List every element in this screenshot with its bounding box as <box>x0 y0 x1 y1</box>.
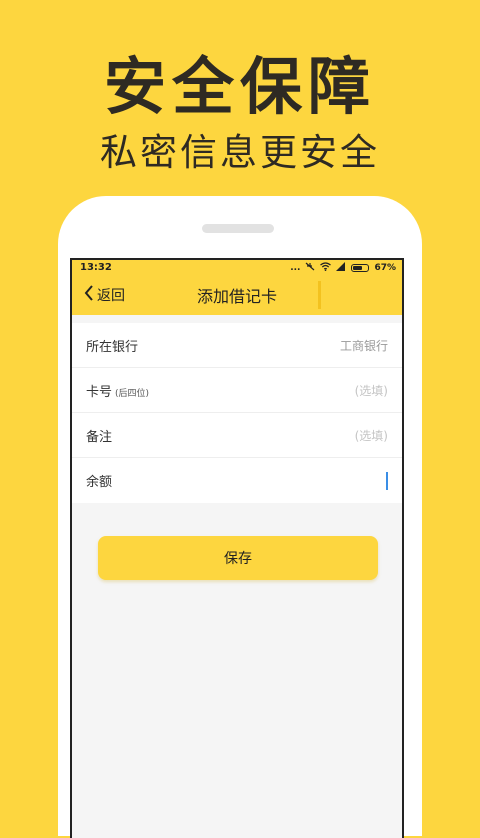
battery-percent: 67% <box>374 262 396 273</box>
status-icons: ... 67% <box>290 261 396 274</box>
save-button[interactable]: 保存 <box>98 536 378 580</box>
note-input[interactable]: (选填) <box>355 427 388 444</box>
nav-bar: 返回 添加借记卡 <box>72 275 402 315</box>
phone-screen: 13:32 ... 67% 返回 添加借记卡 所在银行 工商银行 卡号 (后四位… <box>70 258 404 838</box>
wifi-icon <box>320 261 332 274</box>
nav-divider <box>318 281 321 309</box>
mute-icon <box>305 262 315 274</box>
card-number-hint: (后四位) <box>115 388 150 399</box>
status-time: 13:32 <box>80 262 112 273</box>
bank-value: 工商银行 <box>339 338 388 353</box>
battery-icon <box>351 263 370 272</box>
card-number-row[interactable]: 卡号 (后四位) (选填) <box>72 368 402 413</box>
promo-title: 安全保障 <box>103 50 376 123</box>
balance-row[interactable]: 余额 <box>72 458 402 503</box>
promo-subtitle: 私密信息更安全 <box>100 131 380 174</box>
card-number-input[interactable]: (选填) <box>355 382 388 399</box>
bank-row[interactable]: 所在银行 工商银行 <box>72 323 402 368</box>
back-button[interactable]: 返回 <box>84 275 125 315</box>
status-bar: 13:32 ... 67% <box>72 260 402 275</box>
chevron-left-icon <box>84 285 94 305</box>
signal-icon <box>336 261 346 274</box>
balance-label: 余额 <box>86 475 113 490</box>
balance-input-cursor[interactable] <box>386 471 388 490</box>
phone-mockup: 13:32 ... 67% 返回 添加借记卡 所在银行 工商银行 卡号 (后四位… <box>58 196 422 838</box>
page-title: 添加借记卡 <box>196 287 277 306</box>
card-number-label: 卡号 <box>86 384 113 400</box>
note-row[interactable]: 备注 (选填) <box>72 413 402 458</box>
bank-label: 所在银行 <box>86 339 139 355</box>
phone-speaker <box>202 224 274 233</box>
card-form: 所在银行 工商银行 卡号 (后四位) (选填) 备注 (选填) 余额 <box>72 323 402 503</box>
battery-level <box>353 265 363 270</box>
note-label: 备注 <box>86 429 113 445</box>
card-number-label-group: 卡号 (后四位) <box>86 381 149 400</box>
back-label: 返回 <box>97 288 125 304</box>
more-dots-icon: ... <box>290 262 301 273</box>
